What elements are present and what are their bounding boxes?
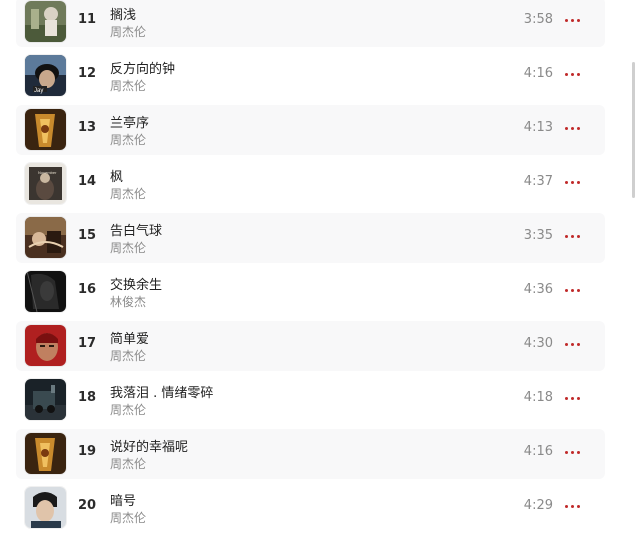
album-cover-icon[interactable] — [25, 325, 66, 366]
album-cover-icon[interactable] — [25, 271, 66, 312]
track-number: 14 — [78, 174, 97, 189]
track-duration: 4:16 — [523, 66, 553, 81]
track-number: 12 — [78, 66, 97, 81]
artist-name[interactable]: 林俊杰 — [110, 293, 146, 310]
album-cover-icon[interactable] — [25, 379, 66, 420]
song-row[interactable]: 17 简单爱 周杰伦 4:30 — [16, 321, 605, 371]
artist-name[interactable]: 周杰伦 — [110, 77, 146, 94]
artist-name[interactable]: 周杰伦 — [110, 401, 146, 418]
album-cover-icon[interactable] — [25, 217, 66, 258]
song-title[interactable]: 搁浅 — [110, 4, 136, 23]
artist-name[interactable]: 周杰伦 — [110, 23, 146, 40]
song-title[interactable]: 枫 — [110, 166, 123, 185]
song-title[interactable]: 告白气球 — [110, 220, 162, 239]
svg-text:Jay: Jay — [34, 88, 43, 94]
more-dots-icon[interactable] — [565, 337, 581, 353]
more-dots-icon[interactable] — [565, 283, 581, 299]
svg-text:November: November — [38, 170, 57, 175]
more-dots-icon[interactable] — [565, 175, 581, 191]
artist-name[interactable]: 周杰伦 — [110, 239, 146, 256]
album-cover-icon[interactable]: Jay — [25, 55, 66, 96]
song-title[interactable]: 简单爱 — [110, 328, 149, 347]
song-row[interactable]: 13 兰亭序 周杰伦 4:13 — [16, 105, 605, 155]
more-dots-icon[interactable] — [565, 499, 581, 515]
track-duration: 4:16 — [523, 444, 553, 459]
album-cover-icon[interactable] — [25, 487, 66, 528]
more-dots-icon[interactable] — [565, 13, 581, 29]
artist-name[interactable]: 周杰伦 — [110, 131, 146, 148]
track-duration: 4:13 — [523, 120, 553, 135]
artist-name[interactable]: 周杰伦 — [110, 509, 146, 526]
artist-name[interactable]: 周杰伦 — [110, 455, 146, 472]
song-row[interactable]: 19 说好的幸福呢 周杰伦 4:16 — [16, 429, 605, 479]
track-duration: 4:30 — [523, 336, 553, 351]
more-dots-icon[interactable] — [565, 67, 581, 83]
song-title[interactable]: 我落泪 . 情绪零碎 — [110, 382, 213, 401]
song-row[interactable]: Jay 12 反方向的钟 周杰伦 4:16 — [16, 51, 605, 101]
track-duration: 3:35 — [523, 228, 553, 243]
song-title[interactable]: 交换余生 — [110, 274, 162, 293]
track-number: 11 — [78, 12, 97, 27]
song-row[interactable]: November 14 枫周杰伦 4:37 — [16, 159, 605, 209]
track-duration: 4:36 — [523, 282, 553, 297]
song-row[interactable]: 11 搁浅 周杰伦 3:58 — [16, 0, 605, 47]
track-number: 13 — [78, 120, 97, 135]
song-title[interactable]: 兰亭序 — [110, 112, 149, 131]
artist-name[interactable]: 周杰伦 — [110, 347, 146, 364]
song-row[interactable]: 15 告白气球 周杰伦 3:35 — [16, 213, 605, 263]
more-dots-icon[interactable] — [565, 445, 581, 461]
more-dots-icon[interactable] — [565, 391, 581, 407]
track-duration: 4:37 — [523, 174, 553, 189]
artist-name[interactable]: 周杰伦 — [110, 185, 146, 202]
album-cover-icon[interactable]: November — [25, 163, 66, 204]
song-title[interactable]: 暗号 — [110, 490, 136, 509]
song-title[interactable]: 说好的幸福呢 — [110, 436, 188, 455]
song-row[interactable]: 16 交换余生 林俊杰 4:36 — [16, 267, 605, 317]
song-row[interactable]: 20 暗号 周杰伦 4:29 — [16, 483, 605, 533]
track-number: 15 — [78, 228, 97, 243]
track-number: 16 — [78, 282, 97, 297]
track-duration: 4:18 — [523, 390, 553, 405]
track-number: 17 — [78, 336, 97, 351]
song-title[interactable]: 反方向的钟 — [110, 58, 175, 77]
song-row[interactable]: 18 我落泪 . 情绪零碎 周杰伦 4:18 — [16, 375, 605, 425]
album-cover-icon[interactable] — [25, 1, 66, 42]
album-cover-icon[interactable] — [25, 109, 66, 150]
track-duration: 4:29 — [523, 498, 553, 513]
more-dots-icon[interactable] — [565, 229, 581, 245]
album-cover-icon[interactable] — [25, 433, 66, 474]
track-number: 18 — [78, 390, 97, 405]
track-number: 20 — [78, 498, 97, 513]
track-duration: 3:58 — [523, 12, 553, 27]
more-dots-icon[interactable] — [565, 121, 581, 137]
track-number: 19 — [78, 444, 97, 459]
